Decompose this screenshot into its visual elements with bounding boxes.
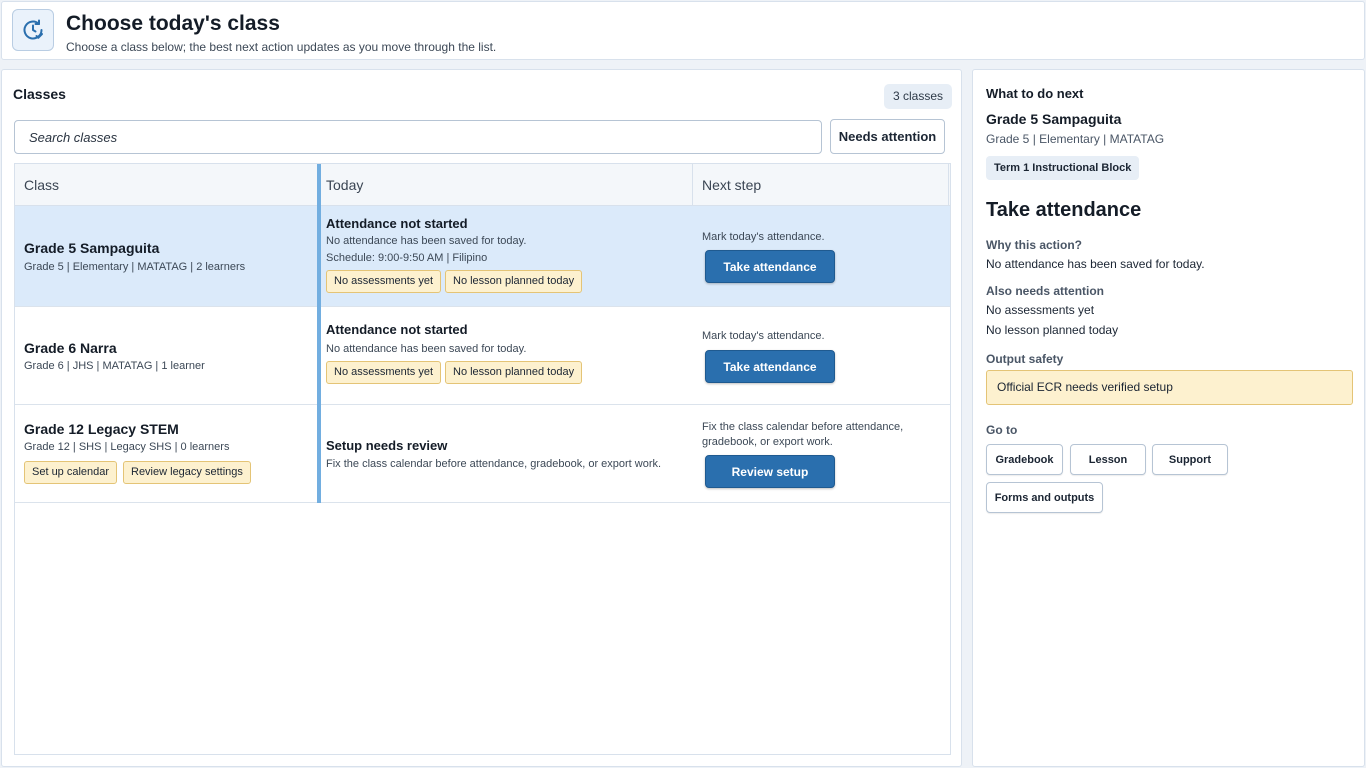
clock-check-icon (12, 9, 54, 51)
setup-tag: Set up calendar (24, 461, 118, 484)
take-attendance-button[interactable]: Take attendance (705, 350, 835, 383)
table-header: Class Today Next step (15, 164, 950, 206)
today-column-accent-bar (317, 206, 321, 307)
support-button[interactable]: Support (1152, 444, 1228, 475)
status-tag: No lesson planned today (445, 361, 583, 384)
column-header-next-step: Next step (702, 177, 762, 193)
next-step-text: Fix the class calendar before attendance… (702, 421, 904, 448)
today-status-description: No attendance has been saved for today. (326, 343, 527, 355)
why-text: No attendance has been saved for today. (986, 257, 1205, 271)
table-row[interactable]: Grade 6 Narra Grade 6 | JHS | MATATAG | … (15, 307, 950, 405)
output-safety-label: Output safety (986, 352, 1064, 366)
status-tag: No assessments yet (326, 270, 442, 293)
lesson-button[interactable]: Lesson (1070, 444, 1146, 475)
next-step-text: Mark today's attendance. (702, 330, 825, 342)
recommended-action-title: Take attendance (986, 199, 1142, 221)
classes-table: Class Today Next step Grade 5 Sampaguita… (14, 163, 951, 755)
go-to-label: Go to (986, 423, 1018, 437)
today-column-accent-bar (317, 405, 321, 503)
today-status-title: Attendance not started (326, 216, 468, 231)
class-meta: Grade 12 | SHS | Legacy SHS | 0 learners (24, 441, 230, 453)
status-tag: No lesson planned today (445, 270, 583, 293)
page-title: Choose today's class (66, 12, 280, 35)
status-tag: No assessments yet (326, 361, 442, 384)
next-step-text: Mark today's attendance. (702, 231, 825, 243)
selected-class-name: Grade 5 Sampaguita (986, 111, 1122, 127)
gradebook-button[interactable]: Gradebook (986, 444, 1063, 475)
column-header-today: Today (326, 177, 364, 193)
attention-item: No lesson planned today (986, 323, 1119, 337)
today-status-description: Fix the class calendar before attendance… (326, 458, 662, 470)
today-status-title: Setup needs review (326, 438, 448, 453)
class-name[interactable]: Grade 6 Narra (24, 340, 117, 356)
page-header: Choose today's class Choose a class belo… (1, 1, 1365, 60)
today-schedule: Schedule: 9:00-9:50 AM | Filipino (326, 252, 488, 264)
also-needs-attention-label: Also needs attention (986, 284, 1105, 298)
forms-and-outputs-button[interactable]: Forms and outputs (986, 482, 1103, 513)
column-divider (692, 164, 693, 206)
selected-class-meta: Grade 5 | Elementary | MATATAG (986, 132, 1165, 146)
table-row[interactable]: Grade 5 Sampaguita Grade 5 | Elementary … (15, 206, 950, 307)
take-attendance-button[interactable]: Take attendance (705, 250, 835, 283)
review-setup-button[interactable]: Review setup (705, 455, 835, 488)
page-subtitle: Choose a class below; the best next acti… (66, 40, 497, 54)
needs-attention-filter-button[interactable]: Needs attention (830, 119, 945, 154)
classes-panel: Classes 3 classes Needs attention Class … (1, 69, 962, 767)
setup-tag: Review legacy settings (123, 461, 251, 484)
instructional-block-chip: Term 1 Instructional Block (986, 156, 1140, 180)
next-action-heading: What to do next (986, 86, 1084, 101)
next-action-panel: What to do next Grade 5 Sampaguita Grade… (972, 69, 1365, 767)
why-label: Why this action? (986, 238, 1082, 252)
column-header-class: Class (24, 177, 60, 193)
class-meta: Grade 6 | JHS | MATATAG | 1 learner (24, 360, 205, 372)
column-divider (948, 164, 949, 206)
today-status-description: No attendance has been saved for today. (326, 235, 527, 247)
today-column-accent-bar (317, 307, 321, 405)
today-column-accent-bar (317, 164, 321, 206)
class-name[interactable]: Grade 12 Legacy STEM (24, 421, 179, 437)
classes-panel-title: Classes (13, 86, 66, 102)
class-count-badge: 3 classes (884, 84, 953, 109)
today-status-title: Attendance not started (326, 322, 468, 337)
class-name[interactable]: Grade 5 Sampaguita (24, 240, 159, 256)
output-safety-warning: Official ECR needs verified setup (986, 370, 1353, 405)
search-input[interactable] (14, 120, 822, 154)
class-meta: Grade 5 | Elementary | MATATAG | 2 learn… (24, 261, 246, 273)
attention-item: No assessments yet (986, 303, 1095, 317)
table-row[interactable]: Grade 12 Legacy STEM Grade 12 | SHS | Le… (15, 405, 950, 503)
